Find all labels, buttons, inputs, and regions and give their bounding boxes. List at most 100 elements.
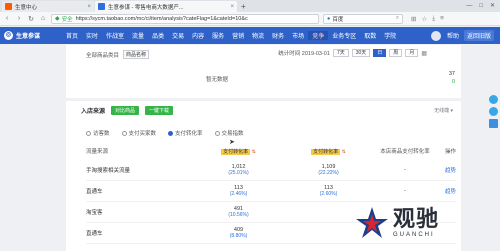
radio-checked-icon [168,131,174,136]
watermark-cn: 观驰 [393,206,440,232]
metric-tab[interactable]: 访客数 [86,129,110,137]
section-title: 入店来源 [81,109,106,115]
help-button[interactable]: 帮助 [447,31,459,40]
trend-link[interactable]: 趋势 [434,166,456,174]
nav-items: 首页 实时 作战室 流量 品类 交易 内容 服务 营销 物流 财务 市场 竞争 … [62,31,400,40]
brand-name: 生意参谋 [16,34,41,40]
category-filter-label: 全部商品类目 [86,52,120,59]
date-selector: 统计时间 2019-03-01 7天 30天 日 周 月 ▦ [278,49,427,57]
tab-strip: 生意中心 × 生意参谋 - 零售电商大数据产... × + — □ ✕ [0,0,500,12]
empty-state-text: 暂无数据 [206,77,229,83]
summary-value: 0 [451,79,455,85]
url-input[interactable]: ◆ 安全 https://sycm.taobao.com/mc/ci/item/… [51,13,319,24]
nav-item[interactable]: 流量 [128,31,148,40]
metric-tab[interactable]: 支付转化率 [168,129,203,137]
forward-icon[interactable]: › [15,15,23,22]
close-tab-icon[interactable]: × [230,4,234,10]
nav-item[interactable]: 交易 [168,31,188,40]
url-text: https://sycm.taobao.com/mc/ci/item/analy… [75,15,248,22]
date-option-day[interactable]: 日 [373,49,387,57]
section-header: 入店来源 对比商品 一键下载 [81,106,174,115]
nav-item[interactable]: 业务专区 [328,31,360,40]
nav-item[interactable]: 作战室 [102,31,128,40]
menu-icon[interactable]: ≡ [440,15,444,23]
home-icon[interactable]: ⌂ [39,15,47,22]
nav-item[interactable]: 品类 [148,31,168,40]
sort-icon[interactable]: ⇅ [252,149,256,155]
chat-icon[interactable] [489,95,498,104]
secure-label: 安全 [61,16,73,23]
back-to-top-icon[interactable] [489,119,498,128]
value-cell: 409 (8.80%) [196,227,281,240]
download-icon[interactable]: ⤓ [432,15,435,23]
metric-tab-label: 支付转化率 [175,131,203,137]
date-range-label: 统计时间 2019-03-01 [278,51,330,57]
source-cell[interactable]: 手淘搜索相关流量 [86,166,196,174]
download-button[interactable]: 一键下载 [145,106,174,115]
nav-item[interactable]: 学院 [380,31,400,40]
nav-item-active[interactable]: 竞争 [308,31,329,40]
nav-item[interactable]: 财务 [268,31,288,40]
col-b-header[interactable]: 支付转化率 ⇅ [281,148,376,155]
browser-tab-1[interactable]: 生意中心 × [2,1,94,12]
nav-item[interactable]: 实时 [82,31,102,40]
nav-item[interactable]: 物流 [248,31,268,40]
metric-tab[interactable]: 支付买家数 [121,129,157,137]
toolbar-icons: ⊞ ☆ ⤓ ≡ [411,15,444,23]
reload-icon[interactable]: ↻ [27,15,35,23]
avatar[interactable] [430,30,441,41]
browser-tab-2[interactable]: 生意参谋 - 零售电商大数据产... × [95,1,237,12]
close-window-icon[interactable]: ✕ [490,1,495,12]
old-version-button[interactable]: 返回旧版 [463,30,494,41]
value-sub: (8.80%) [229,233,248,239]
date-option-week[interactable]: 周 [389,49,403,57]
table-row: 直通车 113 (2.46%) 113 (2.60%) - 趋势 [86,181,456,202]
feedback-icon[interactable] [489,107,498,116]
nav-item[interactable]: 营销 [228,31,248,40]
value-sub: (10.56%) [228,212,249,218]
source-cell[interactable]: 淘宝客 [86,208,196,216]
device-dropdown[interactable]: 无线端 ▾ [434,107,453,114]
new-tab-button[interactable]: + [241,1,246,12]
date-option-month[interactable]: 月 [405,49,419,57]
col-b-header-label: 支付转化率 [311,148,341,155]
brand[interactable]: ◎ 生意参谋 [0,31,62,40]
maximize-icon[interactable]: □ [479,1,483,12]
extension-icon[interactable]: ⊞ [411,15,416,23]
value-sub: (2.60%) [319,191,338,197]
nav-item[interactable]: 首页 [62,31,82,40]
nav-item[interactable]: 服务 [208,31,228,40]
nav-item[interactable]: 市场 [288,31,308,40]
sort-icon[interactable]: ⇅ [342,149,346,155]
compare-button[interactable]: 对比商品 [111,106,140,115]
source-cell[interactable]: 直通车 [86,229,196,237]
col-source-header: 流量来源 [86,149,109,155]
category-select[interactable]: 商品名称 [123,50,150,59]
radio-icon [86,131,91,136]
calendar-icon[interactable]: ▦ [421,50,427,57]
back-icon[interactable]: ‹ [3,15,11,22]
value-sub: (22.22%) [318,170,339,176]
date-option-7d[interactable]: 7天 [332,49,349,57]
metric-tab-label: 支付买家数 [128,131,157,137]
address-bar-row: ‹ › ↻ ⌂ ◆ 安全 https://sycm.taobao.com/mc/… [0,12,500,26]
close-tab-icon[interactable]: × [87,4,91,10]
window-controls: — □ ✕ [466,1,500,12]
nav-item[interactable]: 内容 [188,31,208,40]
star-logo-icon [356,206,388,238]
search-input[interactable]: ● 百度 ⌕ [323,13,403,24]
summary-value: 37 [448,71,455,77]
star-icon[interactable]: ☆ [421,15,427,23]
date-option-30d[interactable]: 30天 [351,49,371,57]
value-cell: - [404,167,406,173]
search-icon[interactable]: ⌕ [396,15,399,22]
minimize-icon[interactable]: — [466,1,472,12]
value-cell: 1,109 (22.22%) [281,164,376,177]
trend-link[interactable]: 趋势 [434,187,456,195]
metric-tab[interactable]: 交易指数 [214,129,244,137]
nav-item[interactable]: 取数 [360,31,380,40]
source-cell[interactable]: 直通车 [86,187,196,195]
value-sub: (25.01%) [228,170,249,176]
brand-logo-icon: ◎ [4,31,13,40]
col-a-header[interactable]: 支付转化率 ⇅ [196,148,281,155]
